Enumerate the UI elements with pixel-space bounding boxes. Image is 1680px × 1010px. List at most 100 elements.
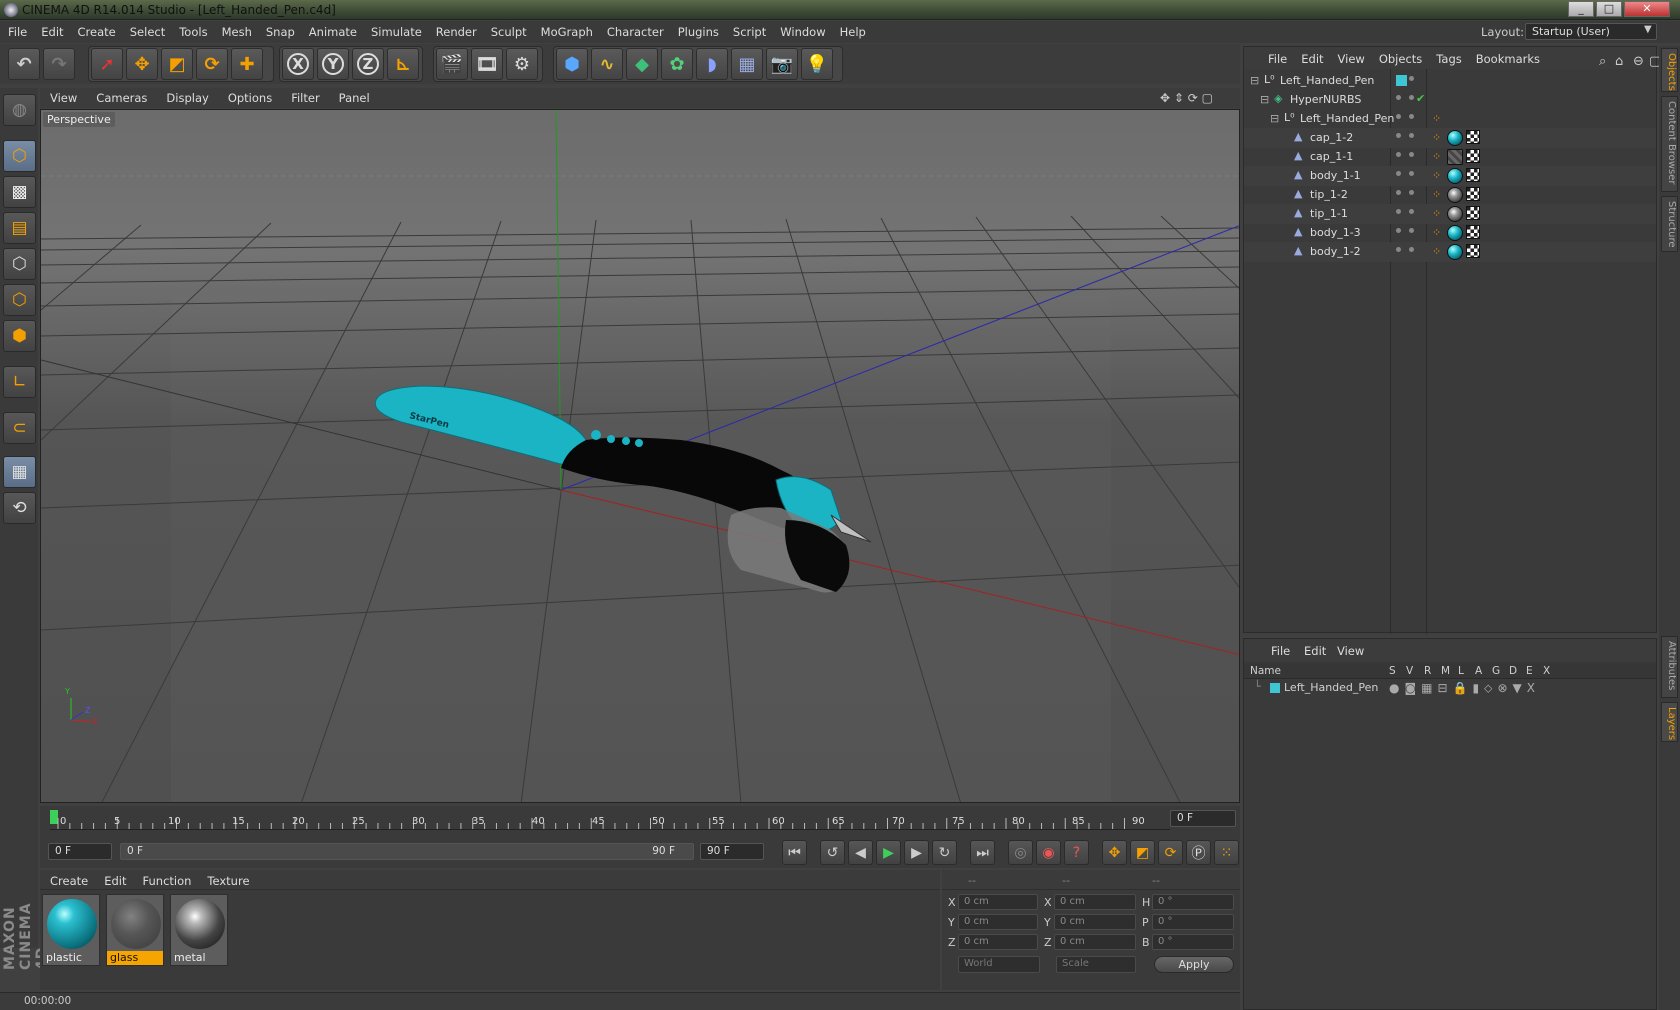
layer-col-d[interactable]: D — [1509, 665, 1517, 677]
current-frame-field[interactable]: 0 F — [1170, 810, 1236, 827]
phong-tag-icon[interactable]: ⁘ — [1432, 226, 1446, 240]
visibility-dot[interactable] — [1396, 152, 1401, 157]
menu-snap[interactable]: Snap — [258, 21, 301, 39]
menu-create[interactable]: Create — [70, 21, 122, 39]
nurbs-object-icon[interactable]: ◆ — [626, 48, 658, 80]
floor-object-icon[interactable]: ▦ — [731, 48, 763, 80]
coord-mode-select[interactable]: World — [958, 956, 1040, 973]
menu-render[interactable]: Render — [428, 21, 483, 39]
layer-col-l[interactable]: L — [1458, 665, 1464, 677]
record-position-icon[interactable]: ✥ — [1102, 840, 1127, 865]
viewport-camera-label[interactable]: Perspective — [43, 112, 115, 127]
viewport-menu-filter[interactable]: Filter — [281, 88, 328, 105]
visibility-dot[interactable] — [1409, 133, 1414, 138]
menu-select[interactable]: Select — [122, 21, 171, 39]
tree-collapse-icon[interactable]: ⊟ — [1260, 93, 1269, 106]
tab-content-browser[interactable]: Content Browser — [1661, 96, 1678, 192]
menu-animate[interactable]: Animate — [301, 21, 363, 39]
phong-tag-icon[interactable]: ⁘ — [1432, 207, 1446, 221]
record-parameter-icon[interactable]: Ⓟ — [1186, 840, 1211, 865]
menu-mesh[interactable]: Mesh — [214, 21, 258, 39]
previous-frame-icon[interactable]: ◀ — [848, 840, 873, 865]
tree-collapse-icon[interactable]: ⊟ — [1270, 112, 1279, 125]
visibility-dot[interactable] — [1396, 114, 1401, 119]
visibility-dot[interactable] — [1409, 76, 1414, 81]
objects-menu-edit[interactable]: Edit — [1292, 47, 1328, 66]
visibility-dot[interactable] — [1409, 95, 1414, 100]
viewport-nav-icons[interactable]: ✥ ⇕ ⟳ ▢ — [1160, 91, 1213, 105]
go-to-end-icon[interactable]: ⏭ — [970, 840, 995, 865]
size-y-field[interactable]: 0 cm — [1054, 914, 1136, 930]
menu-window[interactable]: Window — [772, 21, 831, 39]
record-scale-icon[interactable]: ◩ — [1130, 840, 1155, 865]
previous-key-icon[interactable]: ↺ — [820, 840, 845, 865]
object-row[interactable]: ⊟ ◈ HyperNURBS ✔ — [1244, 90, 1656, 110]
position-z-field[interactable]: 0 cm — [958, 934, 1038, 950]
make-editable-icon[interactable]: ◍ — [3, 94, 36, 126]
tab-layers[interactable]: Layers — [1661, 702, 1678, 742]
redo-icon[interactable]: ↷ — [43, 48, 75, 80]
autokeying-icon[interactable]: ◉ — [1036, 840, 1061, 865]
keyframe-selection-icon[interactable]: ? — [1064, 840, 1089, 865]
object-row[interactable]: ▲ body_1-1 ⁘ — [1244, 166, 1656, 186]
menu-help[interactable]: Help — [832, 21, 872, 39]
tab-structure[interactable]: Structure — [1661, 196, 1678, 252]
maximize-button[interactable]: □ — [1596, 1, 1622, 17]
visibility-dot[interactable] — [1396, 190, 1401, 195]
texture-tag-icon[interactable] — [1466, 244, 1480, 258]
object-row[interactable]: ▲ cap_1-2 ⁘ — [1244, 128, 1656, 148]
material-tag-plastic[interactable] — [1447, 130, 1463, 146]
apply-button[interactable]: Apply — [1154, 956, 1234, 973]
deformer-object-icon[interactable]: ◗ — [696, 48, 728, 80]
layer-col-m[interactable]: M — [1441, 665, 1450, 677]
material-tag-plastic[interactable] — [1447, 244, 1463, 260]
size-x-field[interactable]: 0 cm — [1054, 894, 1136, 910]
visibility-dot[interactable] — [1409, 247, 1414, 252]
layer-flags-icons[interactable]: ●◙▦⊟🔒▮⬦⊗▼X — [1389, 681, 1540, 696]
minimize-button[interactable]: _ — [1568, 1, 1594, 17]
undo-icon[interactable]: ↶ — [8, 48, 40, 80]
tab-attributes[interactable]: Attributes — [1661, 636, 1678, 698]
camera-object-icon[interactable]: 📷 — [766, 48, 798, 80]
objects-menu-bookmarks[interactable]: Bookmarks — [1467, 47, 1545, 66]
menu-edit[interactable]: Edit — [33, 21, 69, 39]
material-swatch-plastic[interactable]: plastic — [42, 894, 100, 966]
end-frame-field[interactable]: 90 F — [700, 843, 764, 860]
rotate-tool-icon[interactable]: ⟳ — [196, 48, 228, 80]
render-view-icon[interactable]: 🎬 — [436, 48, 468, 80]
texture-tag-icon[interactable] — [1466, 225, 1480, 239]
layout-select[interactable]: Startup (User) — [1525, 23, 1657, 40]
go-to-start-icon[interactable]: ⏮ — [782, 840, 807, 865]
move-tool-icon[interactable]: ✥ — [126, 48, 158, 80]
object-row[interactable]: ▲ tip_1-2 ⁘ — [1244, 185, 1656, 205]
viewport-menu-cameras[interactable]: Cameras — [86, 88, 156, 105]
material-menu-edit[interactable]: Edit — [94, 870, 132, 888]
object-name[interactable]: cap_1-1 — [1310, 150, 1353, 163]
object-name[interactable]: body_1-2 — [1310, 245, 1361, 258]
close-button[interactable]: ✕ — [1624, 1, 1670, 17]
tree-collapse-icon[interactable]: ⊟ — [1250, 74, 1259, 87]
object-row[interactable]: ▲ tip_1-1 ⁘ — [1244, 204, 1656, 224]
object-name[interactable]: HyperNURBS — [1290, 93, 1361, 106]
frame-ruler[interactable]: 0 5 10 15 20 25 30 35 40 45 50 55 60 65 … — [50, 806, 1170, 830]
object-row[interactable]: ⊟ L⁰ Left_Handed_Pen ⁘ — [1244, 109, 1656, 129]
object-name[interactable]: body_1-3 — [1310, 226, 1361, 239]
model-mode-icon[interactable]: ⬡ — [3, 140, 36, 172]
material-menu-create[interactable]: Create — [40, 870, 94, 888]
texture-tag-icon[interactable] — [1466, 130, 1480, 144]
viewport-menu-options[interactable]: Options — [218, 88, 281, 105]
objects-menu-objects[interactable]: Objects — [1370, 47, 1427, 66]
material-tag-glass[interactable] — [1447, 149, 1463, 165]
record-active-objects-icon[interactable]: ◎ — [1008, 840, 1033, 865]
layer-col-name[interactable]: Name — [1250, 665, 1281, 677]
play-icon[interactable]: ▶ — [876, 840, 901, 865]
layer-col-x[interactable]: X — [1543, 665, 1550, 677]
snap-magnet-icon[interactable]: ⊂ — [3, 412, 36, 444]
texture-tag-icon[interactable] — [1466, 187, 1480, 201]
viewport-menu-panel[interactable]: Panel — [329, 88, 379, 105]
workplane-mode-icon[interactable]: ▤ — [3, 212, 36, 244]
object-name[interactable]: body_1-1 — [1310, 169, 1361, 182]
menu-plugins[interactable]: Plugins — [670, 21, 725, 39]
scale-tool-icon[interactable]: ◩ — [161, 48, 193, 80]
visibility-dot[interactable] — [1409, 228, 1414, 233]
